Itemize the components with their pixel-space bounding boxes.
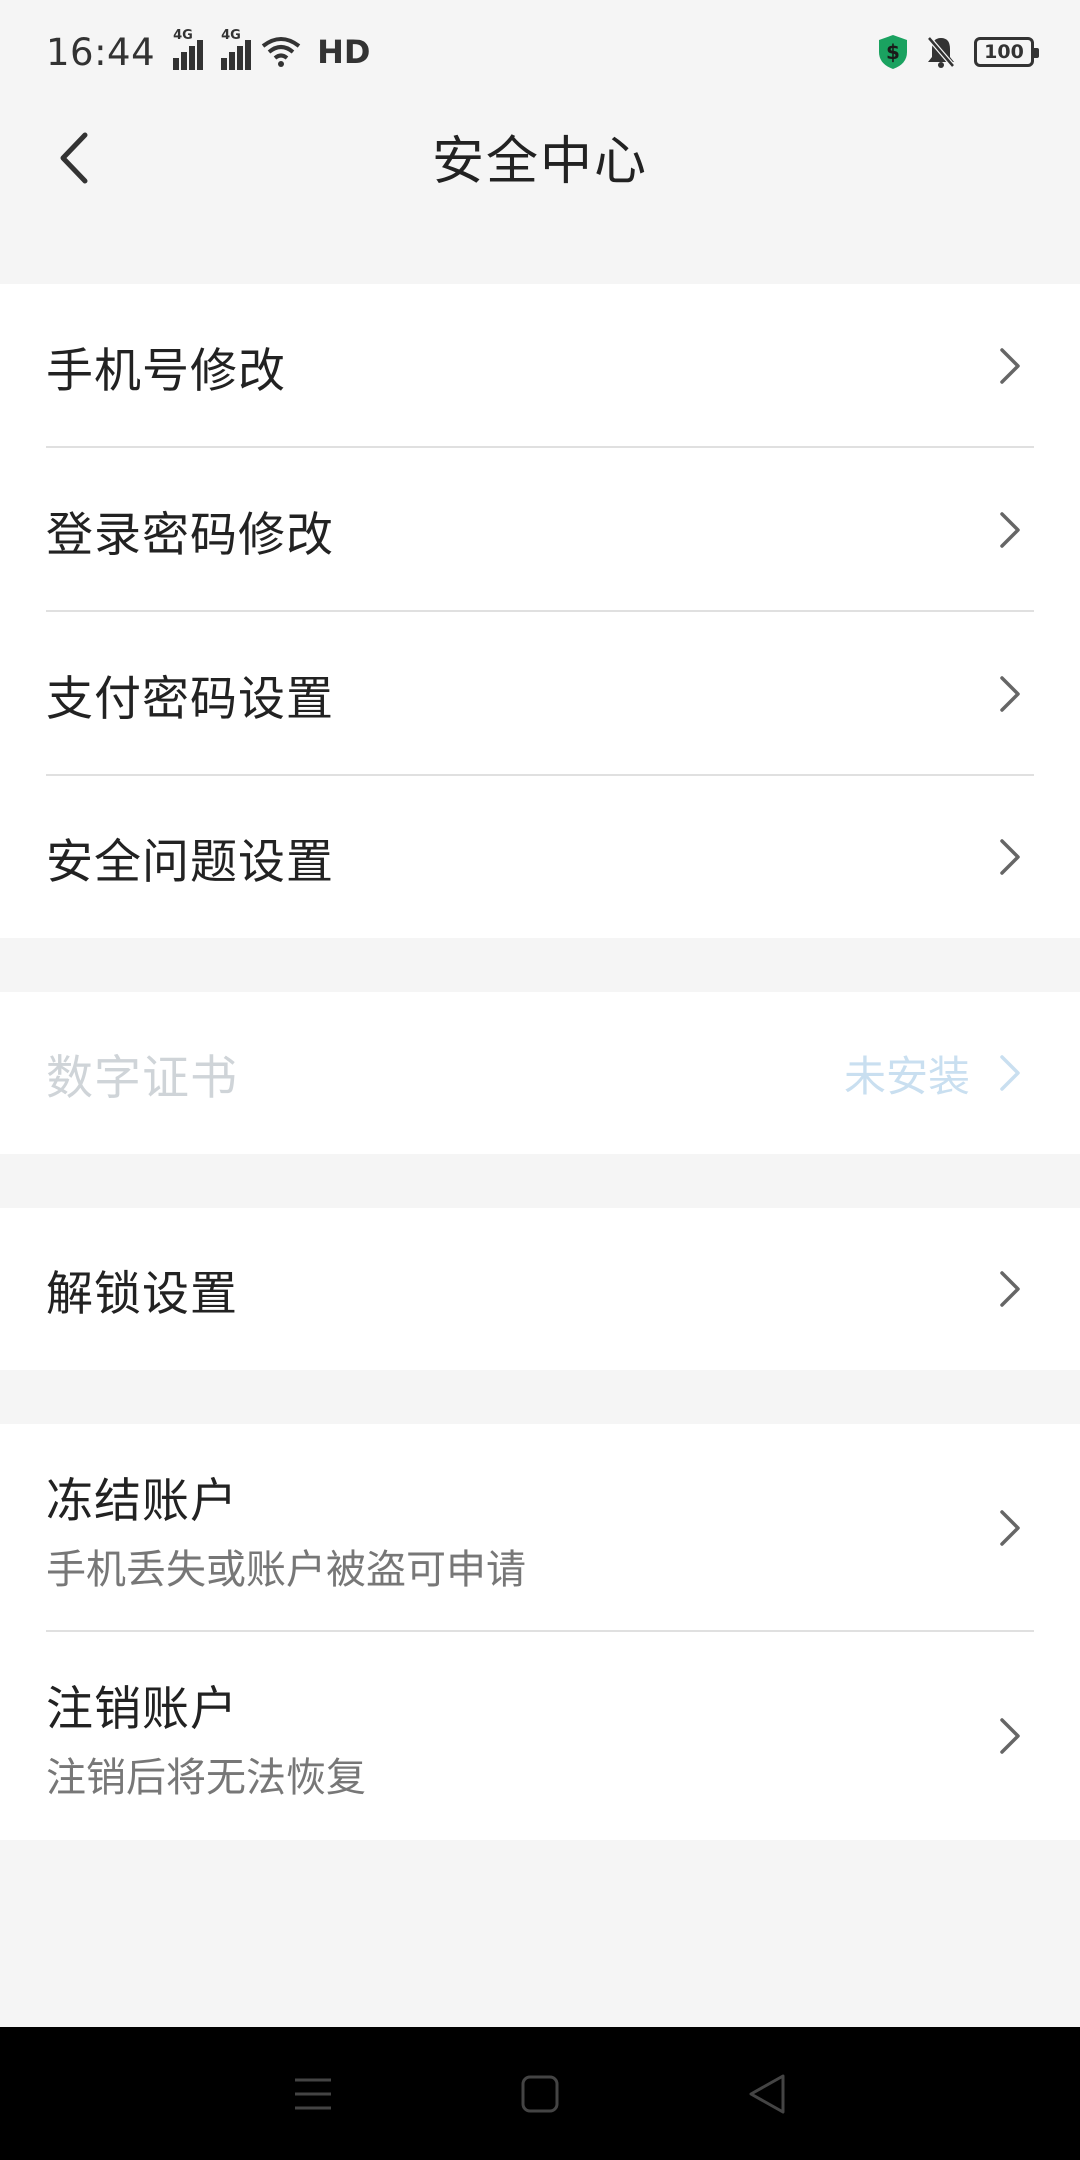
chevron-right-icon bbox=[1000, 1718, 1020, 1754]
svg-text:$: $ bbox=[886, 40, 900, 64]
security-group-2: 数字证书 未安装 bbox=[0, 992, 1080, 1154]
chevron-right-icon bbox=[1000, 1510, 1020, 1546]
status-left: 16:44 4G 4G HD bbox=[46, 28, 371, 74]
status-time: 16:44 bbox=[46, 30, 156, 74]
chevron-right-icon bbox=[1000, 512, 1020, 548]
network-type-2: 4G bbox=[221, 28, 241, 43]
change-phone-row[interactable]: 手机号修改 bbox=[0, 284, 1080, 448]
bell-muted-icon bbox=[927, 36, 955, 68]
row-text: 注销账户 注销后将无法恢复 bbox=[46, 1670, 366, 1803]
security-group-1: 手机号修改 登录密码修改 支付密码设置 安全问题设置 bbox=[0, 284, 1080, 938]
unlock-settings-row[interactable]: 解锁设置 bbox=[0, 1208, 1080, 1370]
hd-indicator: HD bbox=[317, 33, 371, 71]
row-label: 安全问题设置 bbox=[46, 834, 334, 890]
status-right: $ 100 bbox=[878, 34, 1039, 70]
header: 安全中心 bbox=[0, 104, 1080, 208]
row-text: 冻结账户 手机丢失或账户被盗可申请 bbox=[46, 1462, 526, 1595]
back-triangle-icon bbox=[749, 2074, 785, 2113]
back-nav-button[interactable] bbox=[727, 2054, 807, 2134]
chevron-right-icon bbox=[1000, 1055, 1020, 1091]
chevron-right-icon bbox=[1000, 1271, 1020, 1307]
row-label: 解锁设置 bbox=[46, 1266, 238, 1322]
security-question-row[interactable]: 安全问题设置 bbox=[0, 776, 1080, 938]
back-button[interactable] bbox=[38, 126, 108, 190]
wifi-icon bbox=[261, 37, 301, 67]
home-square-icon bbox=[521, 2075, 559, 2112]
payment-password-row[interactable]: 支付密码设置 bbox=[0, 612, 1080, 776]
shield-dollar-icon: $ bbox=[879, 35, 907, 69]
battery-icon: 100 bbox=[974, 37, 1039, 67]
signal-icon: 4G bbox=[173, 28, 204, 70]
signal-icon-2: 4G bbox=[221, 28, 252, 70]
row-label: 支付密码设置 bbox=[46, 671, 334, 727]
row-subtitle: 注销后将无法恢复 bbox=[46, 1754, 366, 1801]
security-group-3: 解锁设置 bbox=[0, 1208, 1080, 1370]
cancel-account-row[interactable]: 注销账户 注销后将无法恢复 bbox=[0, 1632, 1080, 1840]
menu-icon bbox=[295, 2078, 332, 2109]
change-login-password-row[interactable]: 登录密码修改 bbox=[0, 448, 1080, 612]
chevron-right-icon bbox=[1000, 676, 1020, 712]
freeze-account-row[interactable]: 冻结账户 手机丢失或账户被盗可申请 bbox=[0, 1424, 1080, 1632]
row-label: 冻结账户 bbox=[46, 1473, 238, 1529]
navigation-bar bbox=[0, 2027, 1080, 2160]
chevron-left-icon bbox=[60, 132, 88, 184]
network-type-1: 4G bbox=[173, 28, 193, 43]
chevron-right-icon bbox=[1000, 839, 1020, 875]
row-label: 手机号修改 bbox=[46, 343, 286, 399]
row-label: 登录密码修改 bbox=[46, 507, 334, 563]
row-label: 数字证书 bbox=[46, 1050, 238, 1106]
row-subtitle: 手机丢失或账户被盗可申请 bbox=[46, 1546, 526, 1593]
row-label: 注销账户 bbox=[46, 1681, 238, 1737]
chevron-right-icon bbox=[1000, 348, 1020, 384]
digital-certificate-row[interactable]: 数字证书 未安装 bbox=[0, 992, 1080, 1154]
page-title: 安全中心 bbox=[431, 131, 648, 192]
menu-nav-button[interactable] bbox=[273, 2054, 353, 2134]
battery-level: 100 bbox=[984, 41, 1024, 63]
status-bar: 16:44 4G 4G HD $ 100 bbox=[0, 0, 1080, 104]
certificate-status: 未安装 bbox=[843, 1051, 970, 1101]
security-group-4: 冻结账户 手机丢失或账户被盗可申请 注销账户 注销后将无法恢复 bbox=[0, 1424, 1080, 1840]
home-nav-button[interactable] bbox=[500, 2054, 580, 2134]
